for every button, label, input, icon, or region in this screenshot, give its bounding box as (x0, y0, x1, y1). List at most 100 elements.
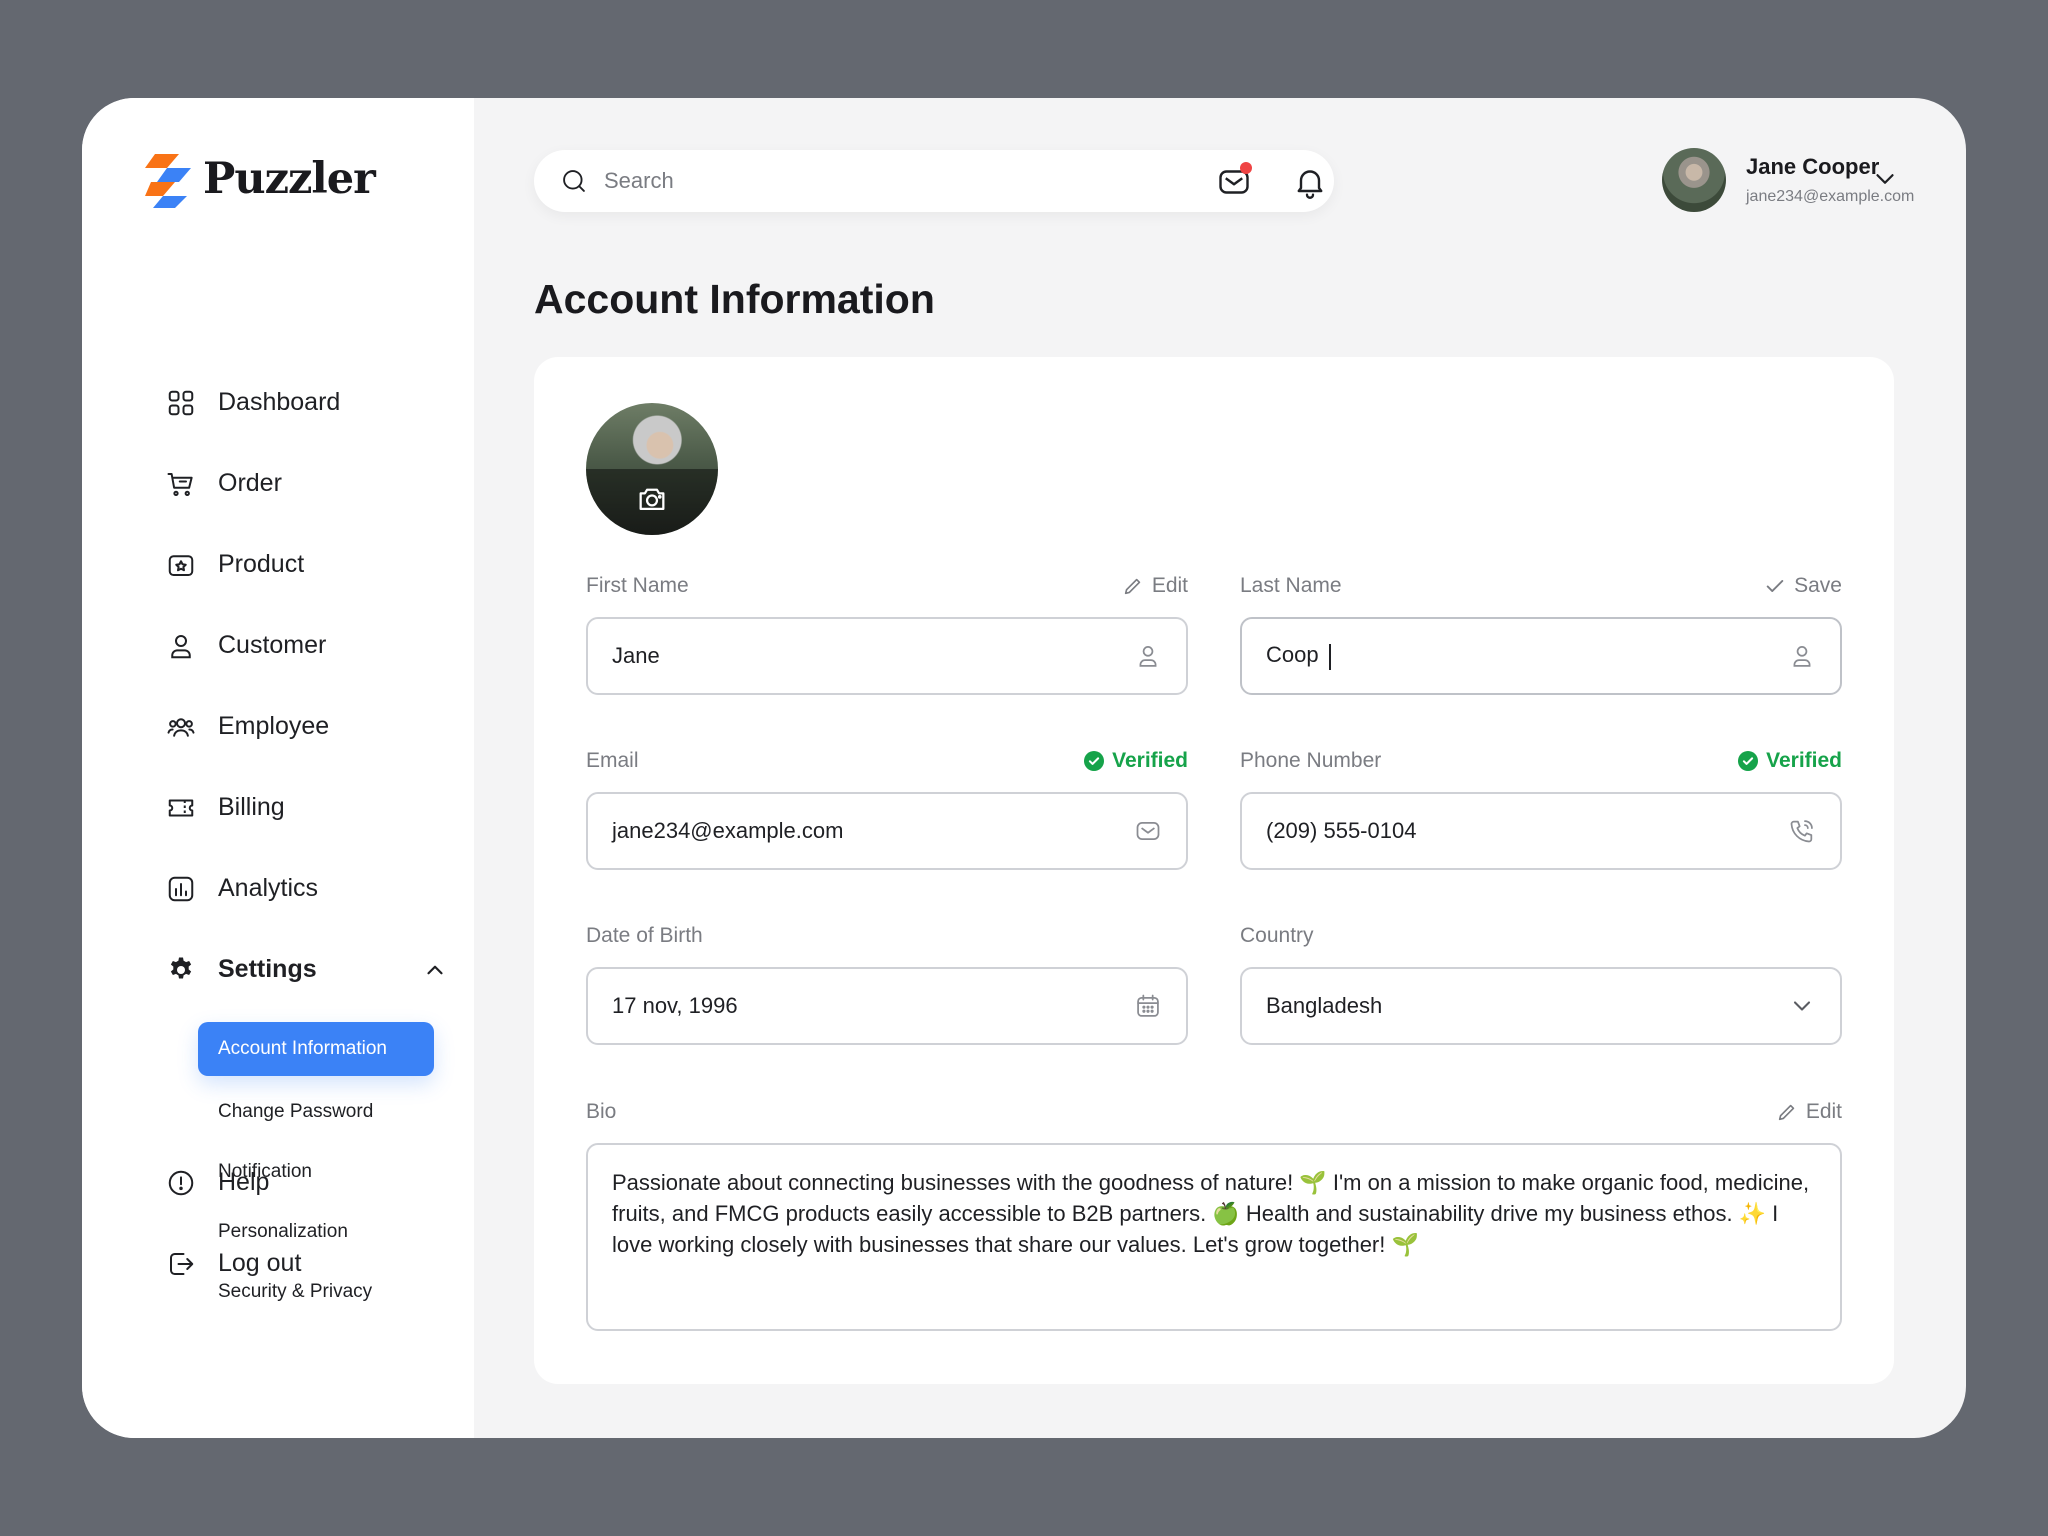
first-name-field: First Name Edit Jane (586, 571, 1188, 695)
sidebar: Puzzler Dashboard Order Product Customer… (82, 98, 474, 1438)
help-icon (166, 1168, 196, 1198)
sidebar-item-employee[interactable]: Employee (166, 686, 456, 767)
dob-field: Date of Birth 17 nov, 1996 (586, 921, 1188, 1045)
sidebar-item-dashboard[interactable]: Dashboard (166, 362, 456, 443)
country-field: Country Bangladesh (1240, 921, 1842, 1045)
sidebar-item-label: Analytics (218, 874, 319, 902)
grid-icon (166, 388, 196, 418)
sidebar-item-billing[interactable]: Billing (166, 767, 456, 848)
first-name-value: Jane (612, 643, 660, 668)
last-name-value: Coop (1266, 642, 1319, 668)
brand-logo[interactable]: Puzzler (145, 150, 376, 208)
email-field: Email Verified jane234@example.com (586, 746, 1188, 870)
user-icon (166, 631, 196, 661)
bio-textarea[interactable]: Passionate about connecting businesses w… (586, 1143, 1842, 1331)
country-label: Country (1240, 924, 1314, 947)
sidebar-item-logout[interactable]: Log out (166, 1223, 456, 1304)
subnav-change-password[interactable]: Change Password (198, 1082, 456, 1142)
chevron-down-icon[interactable] (1870, 164, 1900, 194)
chevron-up-icon[interactable] (422, 957, 448, 983)
sidebar-item-label: Dashboard (218, 388, 341, 416)
save-label: Save (1794, 574, 1842, 597)
page-title: Account Information (534, 276, 935, 322)
sidebar-item-label: Order (218, 469, 282, 497)
sidebar-item-label: Product (218, 550, 305, 578)
check-circle-icon (1084, 751, 1105, 771)
brand-name: Puzzler (203, 154, 376, 204)
first-name-input[interactable]: Jane (586, 617, 1188, 695)
save-last-name-button[interactable]: Save (1764, 574, 1842, 598)
last-name-input[interactable]: Coop (1240, 617, 1842, 695)
account-form-card: First Name Edit Jane Last Name Save Coop… (534, 357, 1894, 1384)
edit-first-name-button[interactable]: Edit (1122, 574, 1188, 598)
dob-input[interactable]: 17 nov, 1996 (586, 967, 1188, 1045)
sidebar-item-label: Help (218, 1168, 270, 1196)
search-icon (563, 170, 585, 192)
phone-input[interactable]: (209) 555-0104 (1240, 792, 1842, 870)
camera-icon (639, 488, 665, 511)
email-input[interactable]: jane234@example.com (586, 792, 1188, 870)
last-name-field: Last Name Save Coop (1240, 571, 1842, 695)
country-value: Bangladesh (1266, 993, 1383, 1018)
sidebar-item-order[interactable]: Order (166, 443, 456, 524)
sidebar-item-product[interactable]: Product (166, 524, 456, 605)
mail-button[interactable] (1214, 162, 1254, 202)
email-label: Email (586, 749, 639, 772)
app-window: Puzzler Dashboard Order Product Customer… (82, 98, 1966, 1438)
dob-label: Date of Birth (586, 924, 703, 947)
sidebar-bottom: Help Log out (166, 1142, 456, 1304)
phone-value: (209) 555-0104 (1266, 818, 1417, 843)
sidebar-item-customer[interactable]: Customer (166, 605, 456, 686)
first-name-label: First Name (586, 574, 689, 597)
last-name-label: Last Name (1240, 574, 1342, 597)
verified-label: Verified (1766, 749, 1842, 772)
bio-field: Bio Edit Passionate about connecting bus… (586, 1097, 1842, 1331)
sidebar-item-settings[interactable]: Settings (166, 929, 456, 1010)
bell-icon (1297, 170, 1323, 199)
user-icon (1139, 646, 1157, 667)
bio-value: Passionate about connecting businesses w… (612, 1170, 1810, 1257)
edit-bio-button[interactable]: Edit (1776, 1100, 1842, 1124)
sidebar-item-label: Customer (218, 631, 327, 659)
sidebar-item-analytics[interactable]: Analytics (166, 848, 456, 929)
ticket-icon (166, 793, 196, 823)
user-icon (1793, 646, 1811, 667)
notification-dot (1240, 162, 1252, 174)
logout-icon (166, 1249, 196, 1279)
phone-verified-badge: Verified (1738, 749, 1842, 773)
sidebar-item-label: Employee (218, 712, 330, 740)
phone-field: Phone Number Verified (209) 555-0104 (1240, 746, 1842, 870)
photo-overlay (586, 469, 718, 535)
pencil-icon (1124, 578, 1141, 595)
chart-icon (166, 874, 196, 904)
gear-icon (166, 955, 196, 985)
sidebar-item-label: Log out (218, 1249, 302, 1277)
avatar (1662, 148, 1726, 212)
country-select[interactable]: Bangladesh (1240, 967, 1842, 1045)
mail-icon (1136, 821, 1160, 841)
puzzler-logo-icon (145, 154, 191, 208)
bio-label: Bio (586, 1100, 617, 1123)
email-verified-badge: Verified (1084, 749, 1188, 773)
email-value: jane234@example.com (612, 818, 844, 843)
search-input[interactable] (604, 168, 1284, 194)
notifications-button[interactable] (1290, 162, 1330, 202)
sidebar-item-label: Settings (218, 955, 317, 983)
users-icon (166, 712, 196, 742)
cart-icon (166, 469, 196, 499)
pencil-icon (1778, 1104, 1795, 1121)
text-cursor (1328, 643, 1331, 670)
main-content: Jane Cooper jane234@example.com Account … (474, 98, 1966, 1438)
edit-label: Edit (1805, 1100, 1842, 1123)
calendar-icon[interactable] (1134, 992, 1162, 1020)
check-icon (1766, 580, 1784, 592)
chevron-down-icon (1793, 1001, 1811, 1011)
product-icon (166, 550, 196, 580)
edit-label: Edit (1151, 574, 1188, 597)
phone-label: Phone Number (1240, 749, 1382, 772)
verified-label: Verified (1112, 749, 1188, 772)
profile-photo[interactable] (586, 403, 718, 535)
sidebar-item-help[interactable]: Help (166, 1142, 456, 1223)
sidebar-item-label: Billing (218, 793, 285, 821)
subnav-account-information[interactable]: Account Information (198, 1022, 434, 1076)
